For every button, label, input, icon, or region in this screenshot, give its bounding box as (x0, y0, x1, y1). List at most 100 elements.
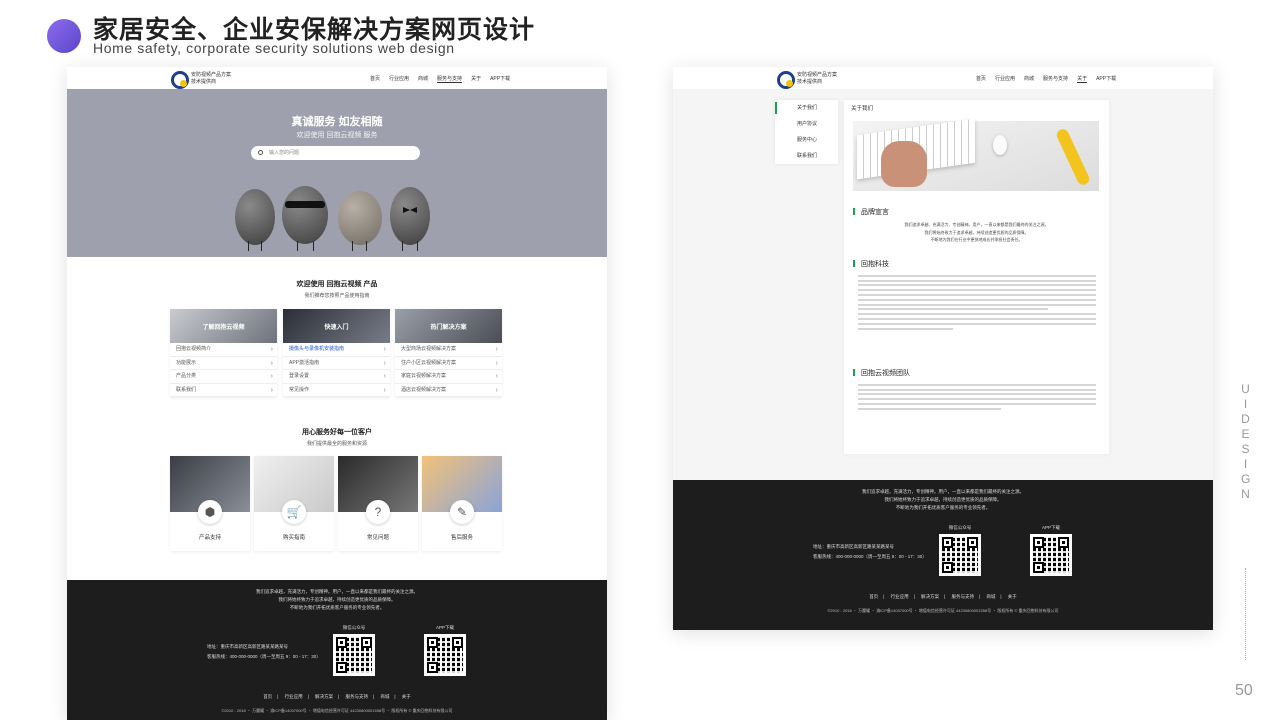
footer-link[interactable]: 行业应用 (891, 594, 909, 599)
question-icon: ? (366, 500, 390, 524)
service-tile[interactable]: ⬢ 产品支持 (170, 456, 250, 551)
service-title: 用心服务好每一位客户 (302, 429, 372, 436)
home-navbar: 安防视频产品方案 技术提供商 首页 行业应用 商城 服务与支持 关于 APP下载 (67, 67, 607, 89)
info-card: 快速入门 摄像头与录像机安装指南 APP激活指南 登录设置 常见操作 (283, 309, 390, 397)
footer-link[interactable]: 服务与支持 (345, 694, 368, 699)
info-card: 了解回抱云视频 回抱云视频简介 功能展示 产品分类 联系我们 (170, 309, 277, 397)
qr-label: APP下载 (435, 625, 454, 630)
about-nav-links: 首页 行业应用 商城 服务与支持 关于 APP下载 (976, 75, 1116, 83)
list-item[interactable]: 酒店云视频解决方案 (395, 384, 502, 397)
footer-copyright: ©2010 - 2018 ・ 万魔耀 ・ 渝ICP备14037000号 ・ 增值… (827, 608, 1059, 613)
nav-support[interactable]: 服务与支持 (437, 75, 463, 83)
list-item[interactable]: 联系我们 (170, 384, 277, 397)
nav-about[interactable]: 关于 (1077, 75, 1088, 83)
logo-icon[interactable] (777, 71, 795, 89)
qr-code-icon (424, 634, 466, 676)
dotted-divider (1245, 568, 1246, 660)
brand-dot-icon (47, 19, 81, 53)
box-icon: ⬢ (198, 500, 222, 524)
service-subtitle: 我们提供最全的服务和资源 (306, 441, 367, 447)
nav-app[interactable]: APP下载 (490, 75, 510, 83)
about-navbar: 安防视频产品方案 技术提供商 首页 行业应用 商城 服务与支持 关于 APP下载 (673, 67, 1213, 89)
home-nav-links: 首页 行业应用 商城 服务与支持 关于 APP下载 (370, 75, 510, 83)
footer-links: 首页 | 行业应用 | 解决方案 | 服务与支持 | 商城 | 关于 (869, 594, 1017, 599)
list-item[interactable]: APP激活指南 (283, 357, 390, 370)
list-item[interactable]: 摄像头与录像机安装指南 (283, 343, 390, 357)
about-content: 关于我们 品牌宣言 我们追求卓越、充满活力、专创精神。用户，一直以来都是我们最终… (844, 100, 1109, 454)
service-tile[interactable]: ? 常见问题 (338, 456, 418, 551)
section-company: 回抱科技 (853, 259, 889, 269)
nav-shop[interactable]: 商城 (1024, 75, 1034, 83)
brand-text-block: 我们追求卓越、充满活力、专创精神。用户，一直以来都是我们最终的关注之源。 我们将始… (904, 222, 1049, 242)
footer-address: 地址：重庆市高新区高新区路某某路某号 客服热线：400-000-0000（周一至周… (207, 644, 321, 659)
footer-link[interactable]: 商城 (986, 594, 995, 599)
section-brand: 品牌宣言 (853, 207, 889, 217)
list-item[interactable]: 大型商场云视频解决方案 (395, 343, 502, 357)
nav-industry[interactable]: 行业应用 (995, 75, 1015, 83)
keyboard-image (853, 118, 1099, 191)
company-text-block (858, 272, 1096, 332)
cart-icon: 🛒 (282, 500, 306, 524)
footer-copyright: ©2010 - 2018 ・ 万魔耀 ・ 渝ICP备14037000号 ・ 增值… (221, 708, 453, 713)
card-header[interactable]: 了解回抱云视频 (170, 309, 277, 343)
qr-code-icon (939, 534, 981, 576)
footer-link[interactable]: 解决方案 (315, 694, 333, 699)
nav-app[interactable]: APP下载 (1096, 75, 1116, 83)
footer-link[interactable]: 首页 (263, 694, 272, 699)
sunglasses-icon (285, 201, 325, 208)
footer-links: 首页 | 行业应用 | 解决方案 | 服务与支持 | 商城 | 关于 (263, 694, 411, 699)
service-tile[interactable]: 🛒 购买指南 (254, 456, 334, 551)
nav-home[interactable]: 首页 (976, 75, 986, 83)
logo-icon[interactable] (171, 71, 189, 89)
qr-label: 微信公众号 (342, 625, 366, 630)
list-item[interactable]: 登录设置 (283, 370, 390, 384)
nav-home[interactable]: 首页 (370, 75, 380, 83)
qr-label: 微信公众号 (948, 525, 972, 530)
qr-code-icon (333, 634, 375, 676)
content-title: 关于我们 (851, 106, 874, 112)
menu-item-about[interactable]: 关于我们 (775, 100, 838, 116)
stone-figure (390, 187, 430, 245)
nav-about[interactable]: 关于 (471, 75, 481, 83)
footer-link[interactable]: 行业应用 (285, 694, 303, 699)
slide-subtitle: Home safety, corporate security solution… (93, 40, 455, 56)
menu-item-service[interactable]: 服务中心 (775, 132, 838, 148)
wrench-icon: ✎ (450, 500, 474, 524)
card-header[interactable]: 快速入门 (283, 309, 390, 343)
list-item[interactable]: 住户小区云视频解决方案 (395, 357, 502, 370)
menu-item-agreement[interactable]: 用户协议 (775, 116, 838, 132)
footer-link[interactable]: 商城 (380, 694, 389, 699)
welcome-subtitle: 我们推荐您按照产品使用指南 (304, 293, 370, 299)
side-label: UI DESIGN (1241, 382, 1252, 501)
footer-slogan: 我们追求卓越，充满活力，专创精神。用户，一直以来都是我们最终的关注之源。 我们将始… (862, 489, 1024, 510)
service-tile[interactable]: ✎ 售后服务 (422, 456, 502, 551)
about-mockup: 安防视频产品方案 技术提供商 首页 行业应用 商城 服务与支持 关于 APP下载 … (673, 67, 1213, 630)
list-item[interactable]: 回抱云视频简介 (170, 343, 277, 357)
brand-text: 安防视频产品方案 技术提供商 (797, 72, 838, 85)
list-item[interactable]: 功能展示 (170, 357, 277, 370)
list-item[interactable]: 常见操作 (283, 384, 390, 397)
footer-link[interactable]: 关于 (1008, 594, 1017, 599)
menu-item-contact[interactable]: 联系我们 (775, 148, 838, 164)
hero-banner: 真诚服务 如友相随 欢迎使用 回抱云视频 服务 输入您的问题 (67, 89, 607, 257)
footer-link[interactable]: 首页 (869, 594, 878, 599)
footer-link[interactable]: 解决方案 (921, 594, 939, 599)
footer-slogan: 我们追求卓越，充满活力，专创精神。用户，一直以来都是我们最终的关注之源。 我们将始… (256, 589, 418, 610)
footer-link[interactable]: 服务与支持 (951, 594, 974, 599)
section-team: 回抱云视频团队 (853, 368, 910, 378)
search-input[interactable]: 输入您的问题 (251, 146, 420, 160)
card-header[interactable]: 热门解决方案 (395, 309, 502, 343)
qr-code-icon (1030, 534, 1072, 576)
list-item[interactable]: 家庭云视频解决方案 (395, 370, 502, 384)
page-number: 50 (1235, 682, 1253, 699)
hero-title: 真诚服务 如友相随 (291, 116, 383, 128)
list-item[interactable]: 产品分类 (170, 370, 277, 384)
nav-support[interactable]: 服务与支持 (1043, 75, 1068, 83)
about-footer: 我们追求卓越，充满活力，专创精神。用户，一直以来都是我们最终的关注之源。 我们将始… (673, 480, 1213, 630)
nav-industry[interactable]: 行业应用 (389, 75, 409, 83)
qr-label: APP下载 (1041, 525, 1060, 530)
nav-shop[interactable]: 商城 (418, 75, 428, 83)
search-icon (258, 150, 263, 155)
brand-text: 安防视频产品方案 技术提供商 (191, 72, 232, 85)
footer-link[interactable]: 关于 (402, 694, 411, 699)
